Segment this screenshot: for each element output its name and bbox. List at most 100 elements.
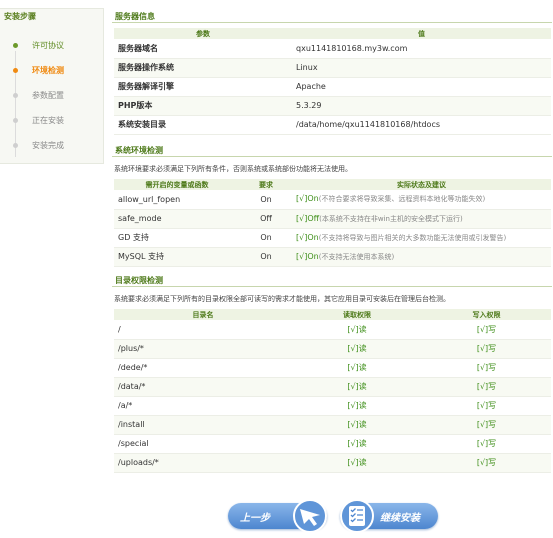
value-cell: Apache xyxy=(296,82,326,91)
pointer-arrow-icon xyxy=(293,499,327,533)
env-status-cell: [√]On(不符合要求将导致采集、远程资料本地化等功能失效) xyxy=(292,190,551,209)
step-label: 正在安装 xyxy=(32,116,64,125)
read-permission-cell: [√]读 xyxy=(347,439,367,448)
table-header: 目录名 读取权限 写入权限 xyxy=(114,309,551,320)
param-cell: 服务器域名 xyxy=(118,43,158,53)
write-permission-cell: [√]写 xyxy=(476,324,497,334)
write-permission-cell: [√]写 xyxy=(476,401,497,410)
table-row: /a/* [√]读 [√]写 xyxy=(114,396,551,415)
dir-name-cell: /uploads/* xyxy=(118,458,159,467)
param-cell: PHP版本 xyxy=(118,101,153,110)
dir-name-cell: /special xyxy=(118,439,149,448)
table-row: 服务器域名 qxu1141810168.my3w.com xyxy=(114,39,551,58)
read-permission-cell: [√]读 xyxy=(347,420,367,429)
table-row: PHP版本 5.3.29 xyxy=(114,96,551,115)
dir-name-cell: /a/* xyxy=(118,401,133,410)
table-row: /uploads/* [√]读 [√]写 xyxy=(114,453,551,472)
status-hint: (本系统不支持在非win主机的安全模式下运行) xyxy=(319,214,463,223)
step-license: 许可协议 xyxy=(0,37,103,57)
table-row: safe_mode Off [√]Off(本系统不支持在非win主机的安全模式下… xyxy=(114,209,551,228)
env-status-cell: [√]On(不支持将导致与图片相关的大多数功能无法使用或引发警告) xyxy=(292,228,551,247)
table-row: /install [√]读 [√]写 xyxy=(114,415,551,434)
table-row: 服务器解译引擎 Apache xyxy=(114,77,551,96)
status-ok: [√]On xyxy=(296,232,319,242)
table-row: 系统安装目录 /data/home/qxu1141810168/htdocs xyxy=(114,115,551,134)
read-permission-cell: [√]读 xyxy=(347,458,367,467)
write-permission-cell: [√]写 xyxy=(476,363,497,372)
env-check-description: 系统环境要求必须满足下列所有条件，否则系统或系统部份功能将无法使用。 xyxy=(114,165,352,173)
env-req-cell: On xyxy=(260,252,272,261)
write-permission-cell: [√]写 xyxy=(476,439,497,448)
table-row: / [√]读 [√]写 xyxy=(114,320,551,339)
dir-check-table: 目录名 读取权限 写入权限 / [√]读 [√]写 /plus/* [√]读 [… xyxy=(114,309,551,473)
status-ok: [√]Off xyxy=(296,213,320,223)
step-pending-icon xyxy=(13,93,18,98)
value-cell: 5.3.29 xyxy=(296,101,322,110)
env-req-cell: On xyxy=(260,233,272,242)
dir-name-cell: /install xyxy=(118,420,145,429)
table-row: 服务器操作系统 Linux xyxy=(114,58,551,77)
read-permission-cell: [√]读 xyxy=(347,382,367,391)
continue-install-button[interactable]: 继续安装 xyxy=(340,495,438,533)
table-header: 参数 值 xyxy=(114,28,551,39)
param-cell: 系统安装目录 xyxy=(118,120,166,129)
write-permission-cell: [√]写 xyxy=(476,382,497,391)
env-name-cell: safe_mode xyxy=(118,214,162,223)
button-label: 继续安装 xyxy=(380,513,420,524)
write-permission-cell: [√]写 xyxy=(476,458,497,467)
step-label: 参数配置 xyxy=(32,91,64,100)
status-hint: (不支持将导致与图片相关的大多数功能无法使用或引发警告) xyxy=(318,233,507,242)
env-name-cell: MySQL 支持 xyxy=(118,252,165,261)
env-status-cell: [√]On(不支持无法使用本系统) xyxy=(292,247,551,266)
env-req-cell: On xyxy=(260,194,272,204)
column-header: 实际状态及建议 xyxy=(292,179,551,190)
step-label: 安装完成 xyxy=(32,141,64,150)
dir-name-cell: /data/* xyxy=(118,382,146,391)
table-row: GD 支持 On [√]On(不支持将导致与图片相关的大多数功能无法使用或引发警… xyxy=(114,228,551,247)
step-done-icon xyxy=(13,43,18,48)
step-env-check: 环境检测 xyxy=(0,62,103,82)
value-cell: Linux xyxy=(296,63,318,72)
button-label: 上一步 xyxy=(240,513,270,524)
step-complete: 安装完成 xyxy=(0,137,103,157)
column-header: 目录名 xyxy=(114,309,292,320)
write-permission-cell: [√]写 xyxy=(476,420,497,429)
column-header: 参数 xyxy=(114,28,292,39)
step-label: 许可协议 xyxy=(32,41,64,50)
column-header: 值 xyxy=(292,28,551,39)
step-pending-icon xyxy=(13,143,18,148)
column-header: 需开启的变量或函数 xyxy=(114,179,240,190)
status-hint: (不支持无法使用本系统) xyxy=(318,252,395,261)
dir-name-cell: /dede/* xyxy=(118,363,148,372)
table-row: allow_url_fopen On [√]On(不符合要求将导致采集、远程资料… xyxy=(114,190,551,209)
status-hint: (不符合要求将导致采集、远程资料本地化等功能失效) xyxy=(318,195,486,204)
env-name-cell: allow_url_fopen xyxy=(118,194,181,204)
table-row: MySQL 支持 On [√]On(不支持无法使用本系统) xyxy=(114,247,551,266)
step-current-icon xyxy=(13,68,18,73)
dir-name-cell: / xyxy=(118,324,121,334)
previous-step-button[interactable]: 上一步 xyxy=(228,495,327,533)
checklist-icon xyxy=(340,499,374,533)
column-header: 要求 xyxy=(240,179,292,190)
server-info-heading: 服务器信息 xyxy=(112,10,552,23)
step-config: 参数配置 xyxy=(0,87,103,107)
column-header: 写入权限 xyxy=(422,309,551,320)
table-row: /special [√]读 [√]写 xyxy=(114,434,551,453)
step-label: 环境检测 xyxy=(32,66,64,75)
env-check-table: 需开启的变量或函数 要求 实际状态及建议 allow_url_fopen On … xyxy=(114,179,551,267)
read-permission-cell: [√]读 xyxy=(347,363,367,372)
table-row: /plus/* [√]读 [√]写 xyxy=(114,339,551,358)
server-info-table: 参数 值 服务器域名 qxu1141810168.my3w.com 服务器操作系… xyxy=(114,28,551,135)
table-header: 需开启的变量或函数 要求 实际状态及建议 xyxy=(114,179,551,190)
dir-check-description: 系统要求必须满足下列所有的目录权限全部可读写的需求才能使用，其它应用目录可安装后… xyxy=(114,295,450,303)
status-ok: [√]On xyxy=(296,251,319,261)
step-installing: 正在安装 xyxy=(0,112,103,132)
write-permission-cell: [√]写 xyxy=(476,344,497,353)
dir-check-heading: 目录权限检测 xyxy=(112,274,552,287)
dir-name-cell: /plus/* xyxy=(118,344,144,353)
read-permission-cell: [√]读 xyxy=(347,401,367,410)
table-row: /dede/* [√]读 [√]写 xyxy=(114,358,551,377)
step-pending-icon xyxy=(13,118,18,123)
param-cell: 服务器操作系统 xyxy=(118,63,174,72)
env-req-cell: Off xyxy=(260,214,272,223)
